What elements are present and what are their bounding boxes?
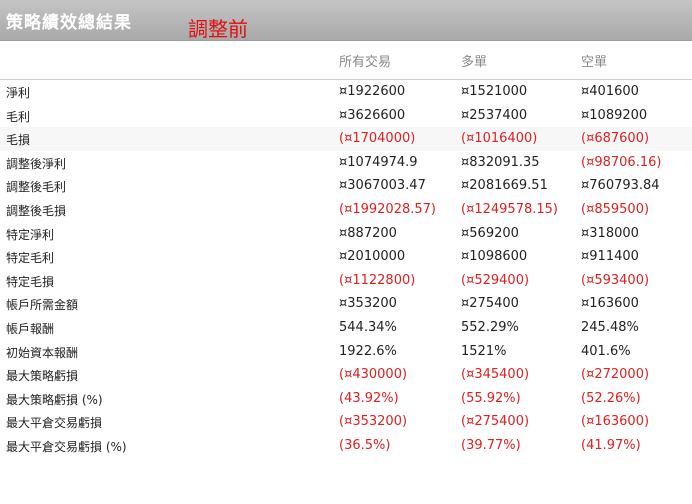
cell-long: (¤345400) <box>461 367 530 383</box>
page-title: 策略績效總結果 <box>6 13 132 33</box>
row-label: 帳戶所需金額 <box>6 298 79 313</box>
cell-long: (¤275400) <box>461 414 530 430</box>
cell-all-trades: ¤2010000 <box>339 249 406 265</box>
row-label: 特定淨利 <box>6 227 55 242</box>
cell-long: (55.92%) <box>461 390 521 406</box>
cell-short: ¤318000 <box>581 225 639 241</box>
table-row: 毛利 ¤3626600 ¤2537400 ¤1089200 <box>0 104 692 128</box>
cell-short: (¤859500) <box>581 201 650 217</box>
table-row: 初始資本報酬 1922.6% 1521% 401.6% <box>0 340 692 364</box>
cell-short: 245.48% <box>581 319 639 335</box>
table-row: 特定毛利 ¤2010000 ¤1098600 ¤911400 <box>0 245 692 269</box>
cell-all-trades: ¤1922600 <box>339 84 406 99</box>
cell-all-trades: ¤3626600 <box>339 107 406 123</box>
cell-long: ¤832091.35 <box>461 154 540 170</box>
cell-short: (¤163600) <box>581 414 650 430</box>
row-label: 淨利 <box>6 86 31 100</box>
title-bar: 策略績效總結果 調整前 <box>0 0 692 41</box>
cell-short: ¤1089200 <box>581 107 648 123</box>
table-row: 最大平倉交易虧損 (¤353200) (¤275400) (¤163600) <box>0 410 692 434</box>
cell-all-trades: (¤1992028.57) <box>339 201 436 217</box>
row-label: 調整後淨利 <box>6 156 67 171</box>
table-row: 調整後淨利 ¤1074974.9 ¤832091.35 (¤98706.16) <box>0 151 692 175</box>
cell-long: (39.77%) <box>461 437 521 453</box>
cell-long: (¤529400) <box>461 272 530 288</box>
cell-all-trades: 1922.6% <box>339 343 397 359</box>
cell-short: (52.26%) <box>581 390 641 406</box>
cell-short: ¤163600 <box>581 296 639 312</box>
cell-all-trades: (¤1704000) <box>339 131 416 147</box>
table-row: 帳戶所需金額 ¤353200 ¤275400 ¤163600 <box>0 292 692 316</box>
cell-all-trades: ¤1074974.9 <box>339 154 418 170</box>
table-row: 毛損 (¤1704000) (¤1016400) (¤687600) <box>0 127 692 151</box>
cell-all-trades: ¤887200 <box>339 225 397 241</box>
cell-short: (¤593400) <box>581 272 650 288</box>
table-row: 淨利 ¤1922600 ¤1521000 ¤401600 <box>0 80 692 104</box>
row-label: 初始資本報酬 <box>6 345 79 360</box>
cell-short: ¤401600 <box>581 84 639 99</box>
cell-all-trades: (43.92%) <box>339 390 399 406</box>
row-label: 最大平倉交易虧損 (%) <box>6 439 127 454</box>
cell-short: 401.6% <box>581 343 631 359</box>
table-row: 最大策略虧損 (%) (43.92%) (55.92%) (52.26%) <box>0 387 692 411</box>
cell-short: (¤687600) <box>581 131 650 147</box>
cell-long: 552.29% <box>461 319 519 335</box>
row-label: 帳戶報酬 <box>6 321 55 336</box>
cell-long: (¤1016400) <box>461 131 538 147</box>
table-row: 調整後毛損 (¤1992028.57) (¤1249578.15) (¤859500) <box>0 198 692 222</box>
cell-long: ¤569200 <box>461 225 519 241</box>
cell-all-trades: 544.34% <box>339 319 397 335</box>
cell-long: 1521% <box>461 343 507 359</box>
row-label: 最大策略虧損 <box>6 369 79 384</box>
cell-all-trades: (¤1122800) <box>339 272 416 288</box>
column-header-all-trades: 所有交易 <box>339 55 392 70</box>
table-row: 帳戶報酬 544.34% 552.29% 245.48% <box>0 316 692 340</box>
row-label: 毛損 <box>6 133 31 148</box>
row-label: 最大策略虧損 (%) <box>6 392 103 407</box>
table-row: 調整後毛利 ¤3067003.47 ¤2081669.51 ¤760793.84 <box>0 174 692 198</box>
table-row: 最大策略虧損 (¤430000) (¤345400) (¤272000) <box>0 363 692 387</box>
cell-short: (¤98706.16) <box>581 154 662 170</box>
row-label: 最大平倉交易虧損 <box>6 416 103 431</box>
cell-short: ¤760793.84 <box>581 178 660 194</box>
cell-short: (¤272000) <box>581 367 650 383</box>
cell-all-trades: ¤3067003.47 <box>339 178 426 194</box>
cell-long: ¤2537400 <box>461 107 528 123</box>
cell-long: ¤2081669.51 <box>461 178 548 194</box>
column-header-long: 多單 <box>461 55 488 70</box>
cell-all-trades: (36.5%) <box>339 437 391 453</box>
table-row: 特定淨利 ¤887200 ¤569200 ¤318000 <box>0 222 692 246</box>
row-label: 特定毛利 <box>6 251 55 266</box>
table-row: 最大平倉交易虧損 (%) (36.5%) (39.77%) (41.97%) <box>0 434 692 458</box>
cell-all-trades: ¤353200 <box>339 296 397 312</box>
table-header: 所有交易 多單 空單 <box>0 41 692 80</box>
row-label: 特定毛損 <box>6 274 55 289</box>
cell-long: (¤1249578.15) <box>461 201 558 217</box>
cell-long: ¤1521000 <box>461 84 528 99</box>
cell-short: ¤911400 <box>581 249 639 265</box>
table-row: 特定毛損 (¤1122800) (¤529400) (¤593400) <box>0 269 692 293</box>
performance-table: 淨利 ¤1922600 ¤1521000 ¤401600 毛利 ¤3626600 ¤2537… <box>0 80 692 458</box>
cell-long: ¤1098600 <box>461 249 528 265</box>
row-label: 毛利 <box>6 109 31 124</box>
cell-long: ¤275400 <box>461 296 519 312</box>
cell-all-trades: (¤430000) <box>339 367 408 383</box>
cell-all-trades: (¤353200) <box>339 414 408 430</box>
row-label: 調整後毛利 <box>6 180 67 195</box>
title-note: 調整前 <box>188 17 248 41</box>
column-header-short: 空單 <box>581 55 608 70</box>
cell-short: (41.97%) <box>581 437 641 453</box>
row-label: 調整後毛損 <box>6 203 67 218</box>
